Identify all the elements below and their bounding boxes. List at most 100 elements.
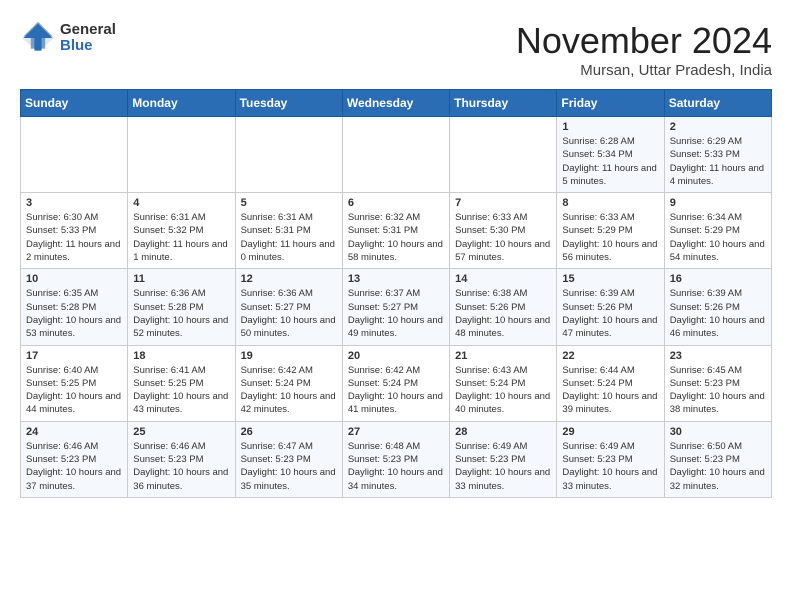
day-info: Sunrise: 6:36 AM Sunset: 5:28 PM Dayligh… [133, 287, 229, 340]
page-header: General Blue November 2024 Mursan, Uttar… [20, 20, 772, 79]
day-info: Sunrise: 6:31 AM Sunset: 5:31 PM Dayligh… [241, 211, 337, 264]
column-header-sunday: Sunday [21, 90, 128, 117]
day-info: Sunrise: 6:37 AM Sunset: 5:27 PM Dayligh… [348, 287, 444, 340]
calendar-cell [21, 117, 128, 193]
day-number: 30 [670, 426, 766, 438]
day-info: Sunrise: 6:36 AM Sunset: 5:27 PM Dayligh… [241, 287, 337, 340]
day-info: Sunrise: 6:48 AM Sunset: 5:23 PM Dayligh… [348, 440, 444, 493]
day-number: 15 [562, 273, 658, 285]
day-number: 21 [455, 350, 551, 362]
day-info: Sunrise: 6:42 AM Sunset: 5:24 PM Dayligh… [348, 364, 444, 417]
day-number: 18 [133, 350, 229, 362]
calendar-week-row: 17 Sunrise: 6:40 AM Sunset: 5:25 PM Dayli… [21, 345, 772, 421]
day-info: Sunrise: 6:50 AM Sunset: 5:23 PM Dayligh… [670, 440, 766, 493]
logo-icon [20, 20, 56, 56]
day-info: Sunrise: 6:49 AM Sunset: 5:23 PM Dayligh… [562, 440, 658, 493]
day-info: Sunrise: 6:44 AM Sunset: 5:24 PM Dayligh… [562, 364, 658, 417]
day-number: 10 [26, 273, 122, 285]
calendar-cell: 23 Sunrise: 6:45 AM Sunset: 5:23 PM Dayli… [664, 345, 771, 421]
calendar-cell: 12 Sunrise: 6:36 AM Sunset: 5:27 PM Dayli… [235, 269, 342, 345]
calendar-week-row: 3 Sunrise: 6:30 AM Sunset: 5:33 PM Daylig… [21, 193, 772, 269]
column-header-thursday: Thursday [450, 90, 557, 117]
day-number: 8 [562, 197, 658, 209]
day-number: 12 [241, 273, 337, 285]
calendar-cell: 25 Sunrise: 6:46 AM Sunset: 5:23 PM Dayli… [128, 421, 235, 497]
day-number: 6 [348, 197, 444, 209]
day-number: 1 [562, 121, 658, 133]
day-number: 27 [348, 426, 444, 438]
day-info: Sunrise: 6:30 AM Sunset: 5:33 PM Dayligh… [26, 211, 122, 264]
calendar-cell [128, 117, 235, 193]
day-number: 19 [241, 350, 337, 362]
calendar-cell: 27 Sunrise: 6:48 AM Sunset: 5:23 PM Dayli… [342, 421, 449, 497]
calendar-cell: 10 Sunrise: 6:35 AM Sunset: 5:28 PM Dayli… [21, 269, 128, 345]
logo-general: General [60, 22, 116, 39]
logo: General Blue [20, 20, 116, 56]
calendar-cell [235, 117, 342, 193]
day-info: Sunrise: 6:32 AM Sunset: 5:31 PM Dayligh… [348, 211, 444, 264]
logo-text: General Blue [60, 22, 116, 55]
day-info: Sunrise: 6:45 AM Sunset: 5:23 PM Dayligh… [670, 364, 766, 417]
calendar-table: SundayMondayTuesdayWednesdayThursdayFrid… [20, 89, 772, 498]
calendar-cell: 6 Sunrise: 6:32 AM Sunset: 5:31 PM Daylig… [342, 193, 449, 269]
calendar-cell: 2Sunrise: 6:29 AM Sunset: 5:33 PM Daylig… [664, 117, 771, 193]
day-info: Sunrise: 6:41 AM Sunset: 5:25 PM Dayligh… [133, 364, 229, 417]
day-number: 3 [26, 197, 122, 209]
calendar-cell: 21 Sunrise: 6:43 AM Sunset: 5:24 PM Dayli… [450, 345, 557, 421]
calendar-cell: 20 Sunrise: 6:42 AM Sunset: 5:24 PM Dayli… [342, 345, 449, 421]
day-number: 2 [670, 121, 766, 133]
day-number: 22 [562, 350, 658, 362]
day-number: 29 [562, 426, 658, 438]
day-info: Sunrise: 6:33 AM Sunset: 5:30 PM Dayligh… [455, 211, 551, 264]
calendar-cell: 3 Sunrise: 6:30 AM Sunset: 5:33 PM Daylig… [21, 193, 128, 269]
calendar-cell: 16 Sunrise: 6:39 AM Sunset: 5:26 PM Dayli… [664, 269, 771, 345]
calendar-cell: 30 Sunrise: 6:50 AM Sunset: 5:23 PM Dayli… [664, 421, 771, 497]
calendar-cell: 5 Sunrise: 6:31 AM Sunset: 5:31 PM Daylig… [235, 193, 342, 269]
month-title: November 2024 [516, 20, 772, 62]
day-info: Sunrise: 6:38 AM Sunset: 5:26 PM Dayligh… [455, 287, 551, 340]
day-number: 7 [455, 197, 551, 209]
day-number: 14 [455, 273, 551, 285]
day-info: Sunrise: 6:43 AM Sunset: 5:24 PM Dayligh… [455, 364, 551, 417]
calendar-cell: 7 Sunrise: 6:33 AM Sunset: 5:30 PM Daylig… [450, 193, 557, 269]
day-number: 4 [133, 197, 229, 209]
calendar-cell: 15 Sunrise: 6:39 AM Sunset: 5:26 PM Dayli… [557, 269, 664, 345]
day-number: 9 [670, 197, 766, 209]
day-info: Sunrise: 6:40 AM Sunset: 5:25 PM Dayligh… [26, 364, 122, 417]
day-info: Sunrise: 6:34 AM Sunset: 5:29 PM Dayligh… [670, 211, 766, 264]
day-number: 23 [670, 350, 766, 362]
calendar-cell: 14 Sunrise: 6:38 AM Sunset: 5:26 PM Dayli… [450, 269, 557, 345]
calendar-cell: 4 Sunrise: 6:31 AM Sunset: 5:32 PM Daylig… [128, 193, 235, 269]
day-info: Sunrise: 6:39 AM Sunset: 5:26 PM Dayligh… [562, 287, 658, 340]
day-info: Sunrise: 6:46 AM Sunset: 5:23 PM Dayligh… [26, 440, 122, 493]
day-info: Sunrise: 6:39 AM Sunset: 5:26 PM Dayligh… [670, 287, 766, 340]
calendar-cell: 8 Sunrise: 6:33 AM Sunset: 5:29 PM Daylig… [557, 193, 664, 269]
day-info: Sunrise: 6:46 AM Sunset: 5:23 PM Dayligh… [133, 440, 229, 493]
day-number: 20 [348, 350, 444, 362]
calendar-cell: 22 Sunrise: 6:44 AM Sunset: 5:24 PM Dayli… [557, 345, 664, 421]
day-number: 13 [348, 273, 444, 285]
calendar-cell: 9 Sunrise: 6:34 AM Sunset: 5:29 PM Daylig… [664, 193, 771, 269]
day-info: Sunrise: 6:28 AM Sunset: 5:34 PM Dayligh… [562, 135, 658, 188]
column-header-monday: Monday [128, 90, 235, 117]
day-number: 25 [133, 426, 229, 438]
calendar-header-row: SundayMondayTuesdayWednesdayThursdayFrid… [21, 90, 772, 117]
day-info: Sunrise: 6:33 AM Sunset: 5:29 PM Dayligh… [562, 211, 658, 264]
calendar-cell: 11 Sunrise: 6:36 AM Sunset: 5:28 PM Dayli… [128, 269, 235, 345]
calendar-cell: 1 Sunrise: 6:28 AM Sunset: 5:34 PM Daylig… [557, 117, 664, 193]
day-number: 16 [670, 273, 766, 285]
day-info: Sunrise: 6:31 AM Sunset: 5:32 PM Dayligh… [133, 211, 229, 264]
day-info: Sunrise: 6:47 AM Sunset: 5:23 PM Dayligh… [241, 440, 337, 493]
title-block: November 2024 Mursan, Uttar Pradesh, Ind… [516, 20, 772, 79]
day-number: 11 [133, 273, 229, 285]
day-number: 5 [241, 197, 337, 209]
day-info: Sunrise: 6:35 AM Sunset: 5:28 PM Dayligh… [26, 287, 122, 340]
calendar-week-row: 10 Sunrise: 6:35 AM Sunset: 5:28 PM Dayli… [21, 269, 772, 345]
logo-blue: Blue [60, 38, 116, 55]
column-header-wednesday: Wednesday [342, 90, 449, 117]
calendar-cell: 19 Sunrise: 6:42 AM Sunset: 5:24 PM Dayli… [235, 345, 342, 421]
calendar-cell: 29 Sunrise: 6:49 AM Sunset: 5:23 PM Dayli… [557, 421, 664, 497]
day-number: 28 [455, 426, 551, 438]
day-number: 17 [26, 350, 122, 362]
day-info: Sunrise: 6:42 AM Sunset: 5:24 PM Dayligh… [241, 364, 337, 417]
